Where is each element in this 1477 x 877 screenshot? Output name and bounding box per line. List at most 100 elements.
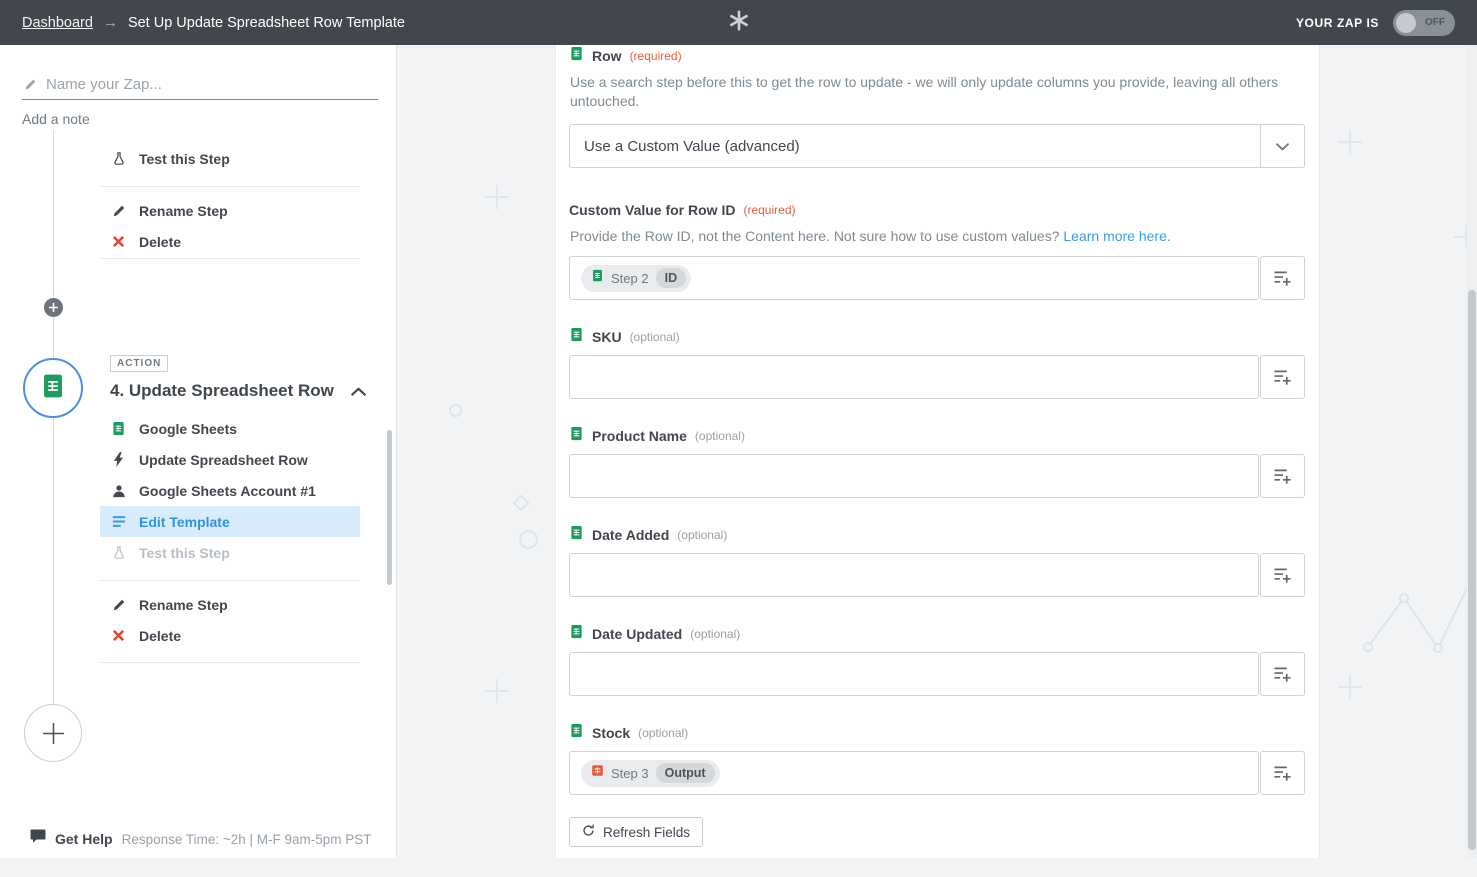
menu-label: Delete <box>139 234 181 250</box>
action-rename-step-row[interactable]: Rename Step <box>100 589 360 620</box>
google-sheets-icon <box>569 327 584 347</box>
template-lines-icon <box>110 515 127 528</box>
pill-field-tag: ID <box>656 268 687 288</box>
decor-zigzag <box>1347 555 1477 680</box>
menu-label: Test this Step <box>139 545 230 561</box>
action-step-circle[interactable] <box>23 358 83 418</box>
stock-field-label: Stock <box>592 725 630 741</box>
action-app-row[interactable]: Google Sheets <box>100 413 360 444</box>
chat-bubble-icon <box>30 829 46 849</box>
custom-value-input[interactable]: Step 2 ID <box>569 256 1259 300</box>
insert-field-button[interactable] <box>1260 751 1305 795</box>
required-tag: (required) <box>630 49 682 63</box>
product-name-input[interactable] <box>569 454 1259 498</box>
custom-value-help-text: Provide the Row ID, not the Content here… <box>570 228 1059 244</box>
menu-label: Edit Template <box>139 514 230 530</box>
google-sheets-icon <box>569 624 584 644</box>
breadcrumb-arrow: → <box>103 14 118 31</box>
chevron-down-icon[interactable] <box>1260 125 1304 167</box>
add-step-button-large[interactable] <box>24 704 82 762</box>
action-event-row[interactable]: Update Spreadsheet Row <box>100 444 360 475</box>
row-help-text: Use a search step before this to get the… <box>570 73 1280 111</box>
step3-output-pill[interactable]: Step 3 Output <box>581 760 720 787</box>
divider <box>100 186 360 187</box>
menu-label: Rename Step <box>139 597 228 613</box>
step3-app-icon <box>591 764 604 782</box>
insert-field-button[interactable] <box>1260 652 1305 696</box>
pencil-icon <box>110 204 127 218</box>
google-sheets-icon <box>110 421 127 436</box>
insert-field-button[interactable] <box>1260 355 1305 399</box>
lightning-icon <box>110 452 127 467</box>
response-time-text: Response Time: ~2h | M-F 9am-5pm PST <box>122 832 372 847</box>
google-sheets-icon <box>40 373 66 404</box>
toggle-knob <box>1396 13 1416 33</box>
action-step-title: 4. Update Spreadsheet Row <box>110 381 345 401</box>
optional-tag: (optional) <box>630 330 680 344</box>
google-sheets-icon <box>569 46 584 66</box>
decor-plus <box>1338 130 1362 159</box>
insert-field-button[interactable] <box>1260 454 1305 498</box>
optional-tag: (optional) <box>638 726 688 740</box>
pencil-icon <box>110 598 127 612</box>
pill-step-label: Step 3 <box>611 766 649 781</box>
menu-label: Google Sheets Account #1 <box>139 483 316 499</box>
custom-value-label: Custom Value for Row ID <box>569 202 735 218</box>
sidebar: Add a note Test this Step Rename Step De… <box>0 45 397 858</box>
insert-field-button[interactable] <box>1260 553 1305 597</box>
dashboard-link[interactable]: Dashboard <box>22 15 93 31</box>
flask-icon <box>110 151 127 166</box>
divider <box>100 580 360 581</box>
zap-name-input[interactable] <box>22 73 378 100</box>
zap-status-label: YOUR ZAP IS <box>1296 16 1379 30</box>
action-edit-template-row[interactable]: Edit Template <box>100 506 360 537</box>
optional-tag: (optional) <box>695 429 745 443</box>
action-test-step-row[interactable]: Test this Step <box>100 537 360 568</box>
product-name-field-label: Product Name <box>592 428 687 444</box>
menu-label: Update Spreadsheet Row <box>139 452 308 468</box>
delete-x-icon <box>110 235 127 248</box>
google-sheets-icon <box>569 723 584 743</box>
decor-plus <box>485 679 509 708</box>
google-sheets-icon <box>569 426 584 446</box>
row-field-label: Row <box>592 48 622 64</box>
get-help-link[interactable]: Get Help <box>55 831 113 847</box>
refresh-fields-button[interactable]: Refresh Fields <box>569 817 703 847</box>
sku-field-label: SKU <box>592 329 622 345</box>
menu-label: Delete <box>139 628 181 644</box>
date-updated-input[interactable] <box>569 652 1259 696</box>
action-delete-row[interactable]: Delete <box>100 620 360 651</box>
delete-x-icon <box>110 629 127 642</box>
learn-more-link[interactable]: Learn more here. <box>1063 228 1170 244</box>
person-icon <box>110 484 127 498</box>
chevron-up-icon[interactable] <box>350 384 367 402</box>
row-select[interactable]: Use a Custom Value (advanced) <box>569 124 1305 168</box>
menu-label: Google Sheets <box>139 421 237 437</box>
insert-field-button[interactable] <box>1260 256 1305 300</box>
decor-plus <box>485 185 509 214</box>
decor-square <box>513 495 530 512</box>
menu-delete[interactable]: Delete <box>100 226 360 257</box>
date-added-input[interactable] <box>569 553 1259 597</box>
add-step-button-small[interactable] <box>44 298 63 317</box>
date-updated-field-label: Date Updated <box>592 626 682 642</box>
row-select-value: Use a Custom Value (advanced) <box>570 138 1260 155</box>
optional-tag: (optional) <box>677 528 727 542</box>
refresh-icon <box>582 824 595 840</box>
date-added-field-label: Date Added <box>592 527 669 543</box>
divider <box>100 662 360 663</box>
menu-rename-step[interactable]: Rename Step <box>100 195 360 226</box>
add-note-link[interactable]: Add a note <box>22 111 90 127</box>
step2-id-pill[interactable]: Step 2 ID <box>581 265 691 292</box>
action-badge: ACTION <box>110 355 168 372</box>
page-title: Set Up Update Spreadsheet Row Template <box>128 15 405 31</box>
stock-input[interactable]: Step 3 Output <box>569 751 1259 795</box>
action-account-row[interactable]: Google Sheets Account #1 <box>100 475 360 506</box>
topbar: Dashboard → Set Up Update Spreadsheet Ro… <box>0 0 1477 45</box>
page-scrollbar-thumb[interactable] <box>1468 290 1476 850</box>
sku-input[interactable] <box>569 355 1259 399</box>
decor-plus <box>1338 675 1362 704</box>
menu-test-this-step[interactable]: Test this Step <box>100 143 360 174</box>
sidebar-scrollbar[interactable] <box>387 430 392 585</box>
zap-on-off-toggle[interactable]: OFF <box>1393 10 1455 36</box>
